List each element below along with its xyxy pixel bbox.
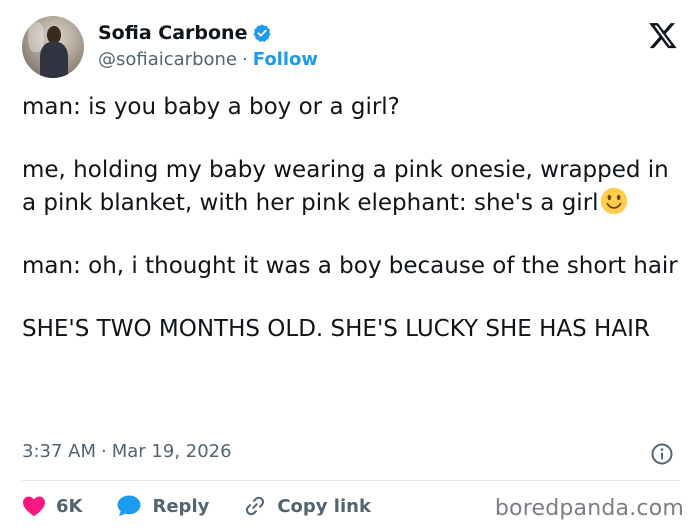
copy-link-button[interactable]: Copy link — [243, 494, 371, 518]
reply-bubble-icon — [117, 495, 141, 517]
tweet-paragraph: SHE'S TWO MONTHS OLD. SHE'S LUCKY SHE HA… — [22, 315, 650, 342]
avatar[interactable] — [22, 16, 84, 78]
reply-button[interactable]: Reply — [116, 494, 209, 518]
info-icon[interactable] — [650, 442, 674, 466]
slightly-smiling-face-icon — [600, 187, 627, 214]
tweet-time: 3:37 AM — [22, 441, 96, 462]
like-button[interactable]: 6K — [22, 495, 82, 517]
name-row: Sofia Carbone — [98, 22, 272, 44]
tweet-paragraph: man: is you baby a boy or a girl? — [22, 94, 400, 120]
like-count: 6K — [56, 495, 83, 517]
heart-icon — [23, 496, 45, 517]
divider — [22, 480, 680, 481]
tweet-date: Mar 19, 2026 — [111, 441, 232, 462]
handle[interactable]: @sofiaicarbone — [98, 49, 237, 70]
x-logo-icon[interactable] — [648, 20, 678, 50]
copy-link-label: Copy link — [277, 495, 371, 517]
verified-badge-icon — [254, 24, 272, 42]
reply-label: Reply — [152, 495, 210, 517]
tweet-paragraph: me, holding my baby wearing a pink onesi… — [22, 155, 682, 219]
tweet-timestamp[interactable]: 3:37 AM · Mar 19, 2026 — [22, 441, 232, 462]
follow-button[interactable]: Follow — [253, 49, 318, 70]
handle-row: @sofiaicarbone · Follow — [98, 49, 318, 70]
timestamp-separator: · — [101, 441, 107, 462]
watermark: boredpanda.com — [494, 496, 684, 521]
tweet-text: man: is you baby a boy or a girl? me, ho… — [22, 92, 682, 345]
tweet-header: Sofia Carbone @sofiaicarbone · Follow — [22, 16, 682, 80]
tweet-paragraph-text: me, holding my baby wearing a pink onesi… — [22, 157, 669, 216]
avatar-figure-body — [40, 42, 68, 78]
link-icon — [246, 496, 265, 516]
action-bar: 6K Reply Copy link — [22, 490, 405, 522]
handle-separator: · — [242, 49, 248, 70]
display-name[interactable]: Sofia Carbone — [98, 22, 247, 44]
tweet-paragraph: man: oh, i thought it was a boy because … — [22, 252, 678, 279]
